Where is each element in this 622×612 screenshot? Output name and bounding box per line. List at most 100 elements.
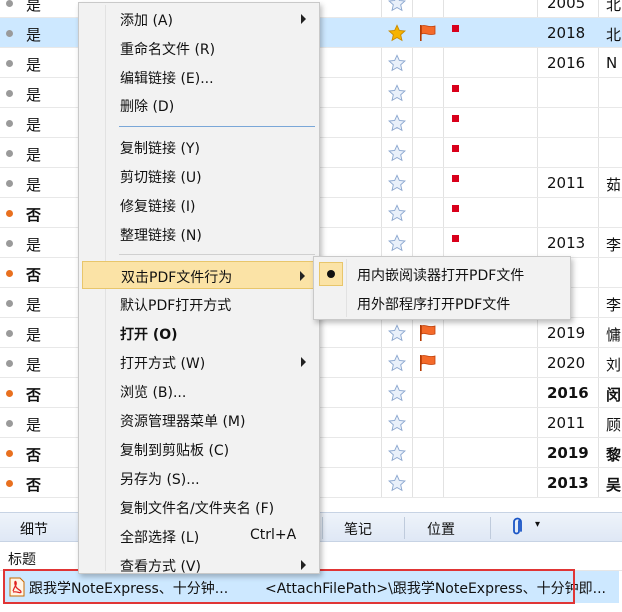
menu-item[interactable]: 编辑链接 (E)... [82, 63, 316, 91]
star-icon[interactable] [388, 144, 406, 162]
menu-item[interactable]: 修复链接 (I) [82, 191, 316, 219]
menu-item-label: 资源管理器菜单 (M) [120, 414, 246, 430]
menu-item-label: 查看方式 (V) [120, 559, 201, 575]
menu-item[interactable]: 重命名文件 (R) [82, 34, 316, 62]
menu-item[interactable]: 另存为 (S)... [82, 464, 316, 492]
year-cell: 2013 [547, 474, 589, 492]
menu-item[interactable]: 查看方式 (V) [82, 551, 316, 579]
year-cell: 2018 [547, 24, 586, 42]
label-marker [452, 115, 459, 122]
tab-location[interactable]: 位置 [427, 519, 455, 539]
flag-icon[interactable] [418, 324, 438, 342]
menu-item[interactable]: 添加 (A) [82, 5, 316, 33]
menu-item-label: 整理链接 (N) [120, 228, 202, 244]
read-status-dot [6, 120, 13, 127]
menu-item-label: 另存为 (S)... [120, 472, 200, 488]
menu-item-label: 打开方式 (W) [120, 356, 206, 372]
star-icon[interactable] [388, 174, 406, 192]
menu-separator [119, 254, 315, 255]
menu-item-label: 浏览 (B)... [120, 385, 187, 401]
read-status: 是 [26, 116, 42, 134]
check-background [319, 262, 343, 286]
submenu-item-label: 用内嵌阅读器打开PDF文件 [357, 268, 525, 284]
star-icon[interactable] [388, 324, 406, 342]
star-icon[interactable] [388, 414, 406, 432]
menu-item-label: 打开 (O) [120, 327, 178, 343]
menu-item[interactable]: 复制到剪贴板 (C) [82, 435, 316, 463]
menu-item[interactable]: 删除 (D) [82, 91, 316, 119]
author-cell: 吴 [606, 476, 622, 494]
flag-icon[interactable] [418, 354, 438, 372]
star-icon[interactable] [388, 474, 406, 492]
tab-notes[interactable]: 笔记 [344, 519, 372, 539]
year-cell: 2016 [547, 54, 586, 72]
read-status-dot [6, 420, 13, 427]
menu-item[interactable]: 打开方式 (W) [82, 348, 316, 376]
star-icon[interactable] [388, 114, 406, 132]
submenu-item[interactable]: 用外部程序打开PDF文件 [317, 289, 567, 317]
read-status: 是 [26, 0, 42, 14]
read-status: 否 [26, 446, 42, 464]
menu-item[interactable]: 浏览 (B)... [82, 377, 316, 405]
star-icon[interactable] [388, 84, 406, 102]
menu-item-label: 复制文件名/文件夹名 (F) [120, 501, 275, 517]
menu-item[interactable]: 复制链接 (Y) [82, 133, 316, 161]
submenu-arrow-icon [301, 560, 306, 570]
author-cell: 李 [606, 236, 622, 254]
read-status: 是 [26, 326, 42, 344]
read-status-dot [6, 330, 13, 337]
attachments-dropdown-icon[interactable]: ▾ [535, 519, 540, 530]
label-marker [452, 175, 459, 182]
year-cell: 2005 [547, 0, 586, 12]
read-status-dot [6, 480, 13, 487]
author-cell: 慵 [606, 326, 622, 344]
read-status: 否 [26, 206, 42, 224]
read-status: 是 [26, 56, 42, 74]
read-status-dot [6, 210, 13, 217]
submenu-item[interactable]: 用内嵌阅读器打开PDF文件 [317, 260, 567, 288]
menu-item-label: 复制链接 (Y) [120, 141, 200, 157]
menu-item-label: 修复链接 (I) [120, 199, 196, 215]
menu-item-label: 全部选择 (L) [120, 530, 200, 546]
menu-item[interactable]: 剪切链接 (U) [82, 162, 316, 190]
label-marker [452, 25, 459, 32]
submenu-item-label: 用外部程序打开PDF文件 [357, 297, 511, 313]
menu-item-label: 重命名文件 (R) [120, 42, 216, 58]
label-marker [452, 235, 459, 242]
menu-item[interactable]: 资源管理器菜单 (M) [82, 406, 316, 434]
read-status: 是 [26, 296, 42, 314]
author-cell: 刘 [606, 356, 622, 374]
read-status-dot [6, 240, 13, 247]
star-icon[interactable] [388, 384, 406, 402]
year-cell: 2011 [547, 414, 586, 432]
menu-item-shortcut: Ctrl+A [250, 527, 297, 543]
menu-item[interactable]: 整理链接 (N) [82, 220, 316, 248]
star-icon[interactable] [388, 54, 406, 72]
read-status: 是 [26, 176, 42, 194]
author-cell: 闵 [606, 386, 622, 404]
menu-item-label: 添加 (A) [120, 13, 173, 29]
read-status: 否 [26, 476, 42, 494]
read-status: 是 [26, 26, 42, 44]
tab-divider [490, 517, 491, 539]
read-status-dot [6, 390, 13, 397]
menu-item[interactable]: 双击PDF文件行为 [82, 261, 316, 289]
paperclip-icon[interactable] [510, 517, 524, 537]
read-status-dot [6, 90, 13, 97]
menu-item[interactable]: 默认PDF打开方式 [82, 290, 316, 318]
menu-item[interactable]: 打开 (O) [82, 319, 316, 347]
star-icon[interactable] [388, 0, 406, 12]
star-icon[interactable] [388, 234, 406, 252]
author-cell: 顾 [606, 416, 622, 434]
flag-icon[interactable] [418, 24, 438, 42]
star-icon[interactable] [388, 444, 406, 462]
tab-detail[interactable]: 细节 [20, 519, 48, 539]
tab-divider [322, 517, 323, 539]
star-icon[interactable] [388, 354, 406, 372]
menu-item[interactable]: 全部选择 (L) Ctrl+A [82, 522, 316, 550]
star-icon[interactable] [388, 24, 406, 42]
star-icon[interactable] [388, 204, 406, 222]
label-marker [452, 145, 459, 152]
menu-item[interactable]: 复制文件名/文件夹名 (F) [82, 493, 316, 521]
read-status-dot [6, 360, 13, 367]
